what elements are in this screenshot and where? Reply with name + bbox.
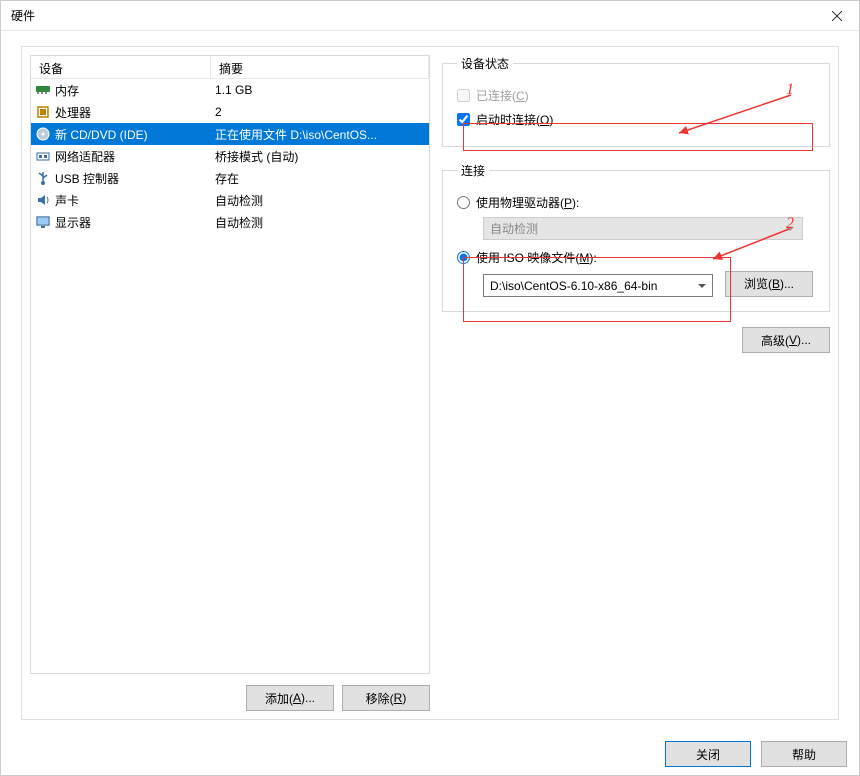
device-list-body: 内存1.1 GB处理器2新 CD/DVD (IDE)正在使用文件 D:\iso\… <box>31 79 429 233</box>
close-button[interactable] <box>814 1 859 31</box>
physical-drive-value: 自动检测 <box>490 220 538 237</box>
footer-buttons: 关闭 帮助 <box>665 741 847 767</box>
close-dialog-button[interactable]: 关闭 <box>665 741 751 767</box>
device-row-6[interactable]: 显示器自动检测 <box>31 211 429 233</box>
display-icon <box>33 214 53 230</box>
add-remove-row: 添加(A)... 移除(R) <box>30 685 430 711</box>
close-icon <box>832 11 842 21</box>
sound-icon <box>33 192 53 208</box>
column-header-summary[interactable]: 摘要 <box>211 56 429 78</box>
device-name: 处理器 <box>53 104 211 121</box>
advanced-row: 高级(V)... <box>442 327 830 353</box>
memory-icon <box>33 84 53 96</box>
device-list[interactable]: 设备 摘要 内存1.1 GB处理器2新 CD/DVD (IDE)正在使用文件 D… <box>30 55 430 674</box>
remove-button[interactable]: 移除(R) <box>342 685 430 711</box>
device-summary: 自动检测 <box>211 214 429 231</box>
device-row-4[interactable]: USB 控制器存在 <box>31 167 429 189</box>
column-header-device[interactable]: 设备 <box>31 56 211 78</box>
advanced-button[interactable]: 高级(V)... <box>742 327 830 353</box>
annotation-arrow-2 <box>707 227 797 263</box>
device-name: 显示器 <box>53 214 211 231</box>
device-row-3[interactable]: 网络适配器桥接模式 (自动) <box>31 145 429 167</box>
device-row-1[interactable]: 处理器2 <box>31 101 429 123</box>
hardware-window: 硬件 设备 摘要 内存1.1 GB处理器2新 CD/DVD (IDE)正在使用文… <box>0 0 860 776</box>
device-list-header: 设备 摘要 <box>31 56 429 79</box>
use-physical-label: 使用物理驱动器(P): <box>476 194 579 211</box>
device-name: 网络适配器 <box>53 148 211 165</box>
add-button[interactable]: 添加(A)... <box>246 685 334 711</box>
net-icon <box>33 148 53 164</box>
use-physical-radio[interactable] <box>457 196 470 209</box>
iso-path-value: D:\iso\CentOS-6.10-x86_64-bin <box>490 279 657 293</box>
device-row-5[interactable]: 声卡自动检测 <box>31 189 429 211</box>
device-name: 新 CD/DVD (IDE) <box>53 126 211 143</box>
connected-checkbox <box>457 89 470 102</box>
device-summary: 存在 <box>211 170 429 187</box>
inner-panel: 设备 摘要 内存1.1 GB处理器2新 CD/DVD (IDE)正在使用文件 D… <box>21 46 839 720</box>
device-name: 内存 <box>53 82 211 99</box>
device-row-2[interactable]: 新 CD/DVD (IDE)正在使用文件 D:\iso\CentOS... <box>31 123 429 145</box>
use-iso-radio[interactable] <box>457 251 470 264</box>
browse-button[interactable]: 浏览(B)... <box>725 271 813 297</box>
device-state-legend: 设备状态 <box>457 55 513 72</box>
device-summary: 2 <box>211 105 429 119</box>
iso-path-row: D:\iso\CentOS-6.10-x86_64-bin 浏览(B)... <box>457 270 815 297</box>
device-summary: 自动检测 <box>211 192 429 209</box>
help-button[interactable]: 帮助 <box>761 741 847 767</box>
titlebar: 硬件 <box>1 1 859 31</box>
content-area: 设备 摘要 内存1.1 GB处理器2新 CD/DVD (IDE)正在使用文件 D… <box>11 36 849 730</box>
connect-on-start-label: 启动时连接(O) <box>476 111 553 128</box>
device-summary: 正在使用文件 D:\iso\CentOS... <box>211 126 429 143</box>
connect-on-start-checkbox[interactable] <box>457 113 470 126</box>
usb-icon <box>33 170 53 186</box>
annotation-arrow-1 <box>673 93 798 137</box>
device-summary: 1.1 GB <box>211 83 429 97</box>
iso-path-combo[interactable]: D:\iso\CentOS-6.10-x86_64-bin <box>483 274 713 297</box>
cpu-icon <box>33 104 53 120</box>
use-iso-label: 使用 ISO 映像文件(M): <box>476 249 597 266</box>
connection-legend: 连接 <box>457 162 489 179</box>
use-physical-radio-row[interactable]: 使用物理驱动器(P): <box>457 191 815 213</box>
device-name: 声卡 <box>53 192 211 209</box>
connected-label: 已连接(C) <box>476 87 529 104</box>
device-summary: 桥接模式 (自动) <box>211 148 429 165</box>
cd-icon <box>33 126 53 142</box>
device-name: USB 控制器 <box>53 170 211 187</box>
window-title: 硬件 <box>11 7 814 24</box>
device-row-0[interactable]: 内存1.1 GB <box>31 79 429 101</box>
